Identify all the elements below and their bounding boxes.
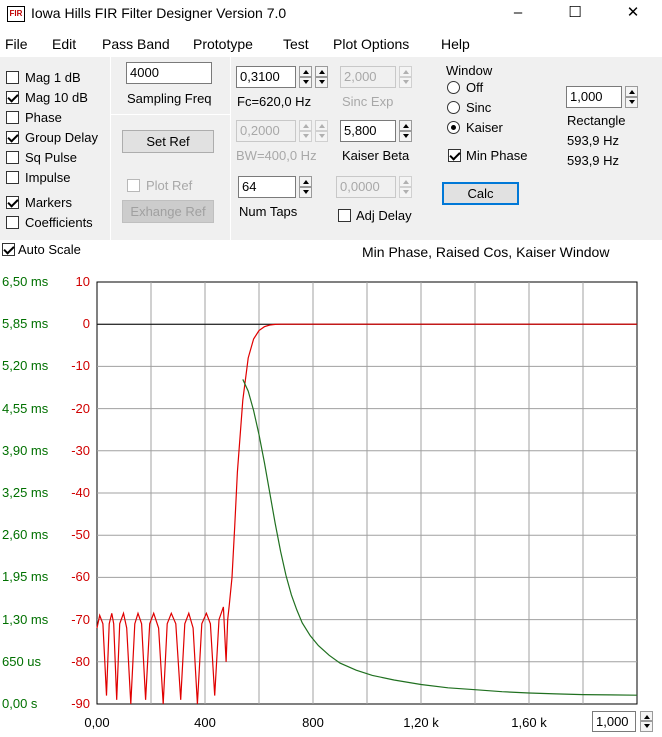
response-chart (96, 281, 638, 705)
x-zoom-input[interactable]: 1,000 (592, 711, 636, 732)
x-zoom-stepper[interactable] (640, 711, 653, 732)
